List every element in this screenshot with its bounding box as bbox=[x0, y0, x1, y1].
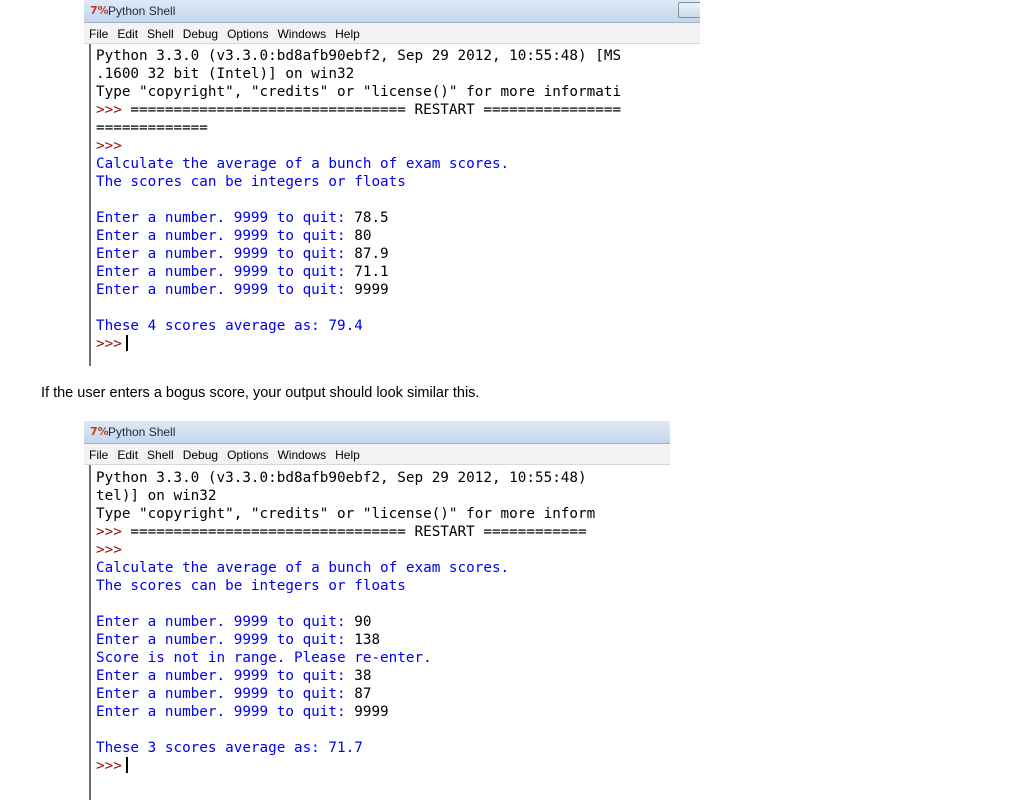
shell-line: The scores can be integers or floats bbox=[96, 174, 406, 190]
minimize-button[interactable] bbox=[678, 2, 700, 18]
shell-text-area[interactable]: Python 3.3.0 (v3.3.0:bd8afb90ebf2, Sep 2… bbox=[89, 465, 670, 800]
shell-line: >>> ================================ RES… bbox=[96, 523, 587, 541]
title-bar[interactable]: 7% Python Shell bbox=[84, 421, 670, 444]
window-title: Python Shell bbox=[108, 4, 176, 18]
user-input: 9999 bbox=[354, 704, 389, 720]
input-prompt: Enter a number. 9999 to quit: bbox=[96, 614, 355, 630]
shell-line: These 4 scores average as: 79.4 bbox=[96, 318, 363, 334]
shell-line: Enter a number. 9999 to quit: 38 bbox=[96, 667, 371, 685]
input-prompt: Enter a number. 9999 to quit: bbox=[96, 210, 355, 226]
prompt: >>> bbox=[96, 524, 122, 540]
shell-line: ============= bbox=[96, 120, 208, 136]
window-title: Python Shell bbox=[108, 425, 176, 439]
shell-line: Enter a number. 9999 to quit: 80 bbox=[96, 227, 371, 245]
shell-line: >>> bbox=[96, 335, 128, 353]
menu-file[interactable]: File bbox=[84, 25, 112, 41]
menu-debug[interactable]: Debug bbox=[178, 446, 222, 462]
shell-output: ================================ RESTART… bbox=[121, 524, 587, 540]
prompt: >>> bbox=[96, 102, 122, 118]
menu-help[interactable]: Help bbox=[330, 446, 364, 462]
title-bar[interactable]: 7% Python Shell bbox=[84, 0, 700, 23]
user-input: 80 bbox=[354, 228, 372, 244]
prompt: >>> bbox=[96, 542, 122, 558]
prompt: >>> bbox=[96, 138, 122, 154]
shell-line: Enter a number. 9999 to quit: 71.1 bbox=[96, 263, 389, 281]
shell-line: Type "copyright", "credits" or "license(… bbox=[96, 506, 596, 522]
input-prompt: Enter a number. 9999 to quit: bbox=[96, 264, 355, 280]
menu-shell[interactable]: Shell bbox=[142, 25, 178, 41]
menu-edit[interactable]: Edit bbox=[112, 446, 142, 462]
shell-line: >>> bbox=[96, 541, 122, 559]
user-input: 87 bbox=[354, 686, 372, 702]
menu-windows[interactable]: Windows bbox=[272, 25, 330, 41]
menu-edit[interactable]: Edit bbox=[112, 25, 142, 41]
user-input: 87.9 bbox=[354, 246, 389, 262]
shell-line: Enter a number. 9999 to quit: 90 bbox=[96, 613, 371, 631]
python-logo-icon: 7% bbox=[90, 4, 109, 17]
menu-help[interactable]: Help bbox=[330, 25, 364, 41]
shell-line: Python 3.3.0 (v3.3.0:bd8afb90ebf2, Sep 2… bbox=[96, 470, 587, 486]
shell-line: The scores can be integers or floats bbox=[96, 578, 406, 594]
menu-shell[interactable]: Shell bbox=[142, 446, 178, 462]
shell-line: These 3 scores average as: 71.7 bbox=[96, 740, 363, 756]
shell-line: Enter a number. 9999 to quit: 9999 bbox=[96, 703, 389, 721]
shell-line: Python 3.3.0 (v3.3.0:bd8afb90ebf2, Sep 2… bbox=[96, 48, 622, 64]
user-input: 71.1 bbox=[354, 264, 389, 280]
shell-line: Type "copyright", "credits" or "license(… bbox=[96, 84, 622, 100]
python-shell-window-1: 7% Python Shell File Edit Shell Debug Option… bbox=[84, 0, 700, 366]
input-prompt: Enter a number. 9999 to quit: bbox=[96, 704, 355, 720]
shell-line: >>> bbox=[96, 757, 128, 775]
shell-line: Enter a number. 9999 to quit: 87 bbox=[96, 685, 371, 703]
input-prompt: Enter a number. 9999 to quit: bbox=[96, 282, 355, 298]
shell-line: Score is not in range. Please re-enter. bbox=[96, 650, 432, 666]
input-prompt: Enter a number. 9999 to quit: bbox=[96, 632, 355, 648]
python-shell-window-2: 7% Python Shell File Edit Shell Debug Option… bbox=[84, 421, 670, 800]
text-cursor bbox=[125, 335, 128, 351]
menu-options[interactable]: Options bbox=[222, 446, 272, 462]
prompt: >>> bbox=[96, 336, 122, 352]
prompt: >>> bbox=[96, 758, 122, 774]
shell-line: Enter a number. 9999 to quit: 87.9 bbox=[96, 245, 389, 263]
menu-windows[interactable]: Windows bbox=[272, 446, 330, 462]
user-input: 38 bbox=[354, 668, 372, 684]
shell-line: >>> ================================ RES… bbox=[96, 101, 621, 119]
input-prompt: Enter a number. 9999 to quit: bbox=[96, 228, 355, 244]
user-input: 9999 bbox=[354, 282, 389, 298]
shell-line: Calculate the average of a bunch of exam… bbox=[96, 156, 510, 172]
shell-line: Enter a number. 9999 to quit: 9999 bbox=[96, 281, 389, 299]
menu-file[interactable]: File bbox=[84, 446, 112, 462]
menu-bar: File Edit Shell Debug Options Windows Help bbox=[84, 23, 700, 44]
shell-line: Enter a number. 9999 to quit: 138 bbox=[96, 631, 380, 649]
shell-line: .1600 32 bit (Intel)] on win32 bbox=[96, 66, 355, 82]
input-prompt: Enter a number. 9999 to quit: bbox=[96, 668, 355, 684]
menu-options[interactable]: Options bbox=[222, 25, 272, 41]
shell-output: ================================ RESTART… bbox=[121, 102, 622, 118]
shell-line: >>> bbox=[96, 137, 122, 155]
shell-line: Enter a number. 9999 to quit: 78.5 bbox=[96, 209, 389, 227]
python-logo-icon: 7% bbox=[90, 425, 109, 438]
user-input: 138 bbox=[354, 632, 381, 648]
user-input: 90 bbox=[354, 614, 372, 630]
shell-line: Calculate the average of a bunch of exam… bbox=[96, 560, 510, 576]
input-prompt: Enter a number. 9999 to quit: bbox=[96, 686, 355, 702]
text-cursor bbox=[125, 757, 128, 773]
caption-text: If the user enters a bogus score, your o… bbox=[41, 385, 480, 401]
shell-text-area[interactable]: Python 3.3.0 (v3.3.0:bd8afb90ebf2, Sep 2… bbox=[89, 44, 700, 366]
shell-line: tel)] on win32 bbox=[96, 488, 217, 504]
menu-bar: File Edit Shell Debug Options Windows Help bbox=[84, 444, 670, 465]
menu-debug[interactable]: Debug bbox=[178, 25, 222, 41]
user-input: 78.5 bbox=[354, 210, 389, 226]
input-prompt: Enter a number. 9999 to quit: bbox=[96, 246, 355, 262]
